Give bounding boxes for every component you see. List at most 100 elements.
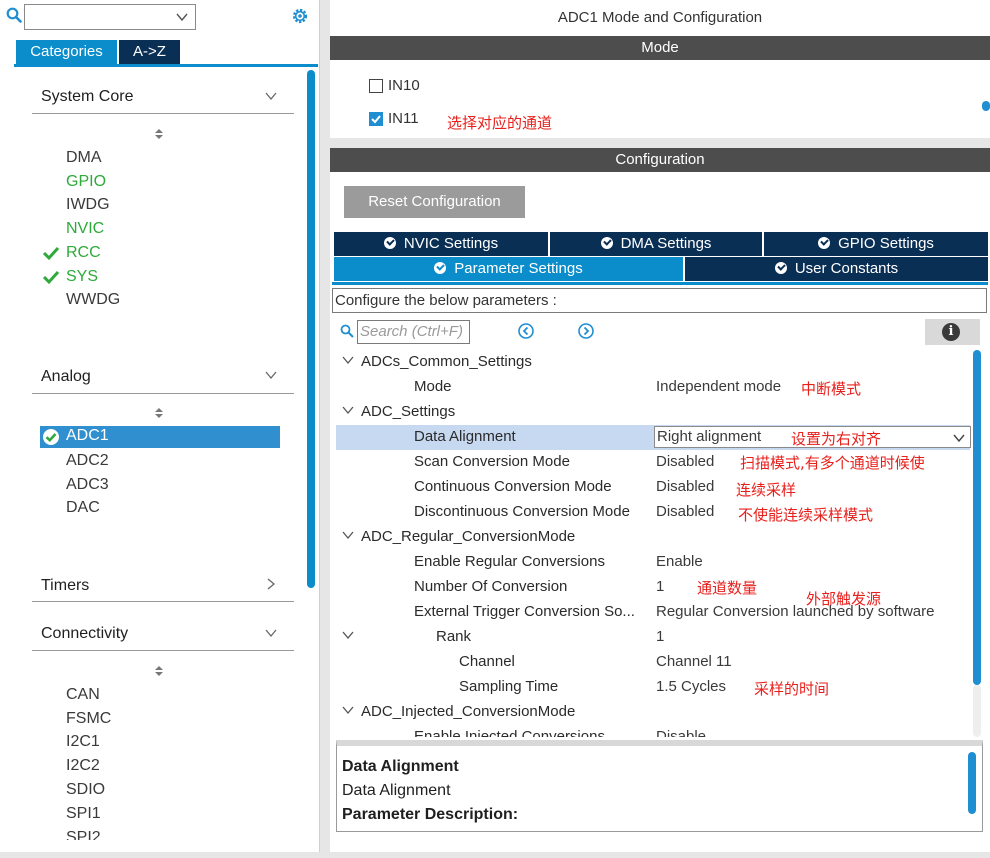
check-circle-icon	[434, 262, 447, 274]
annotation-note: 采样的时间	[754, 680, 830, 698]
table-row[interactable]: External Trigger Conversion So... Regula…	[336, 600, 970, 625]
scrollbar-track[interactable]	[973, 685, 981, 737]
category-system-core[interactable]: System Core	[41, 88, 280, 106]
list-item-i2c2[interactable]: I2C2	[66, 756, 100, 776]
chevron-down-icon[interactable]	[342, 704, 354, 716]
category-timers[interactable]: Timers	[41, 577, 280, 595]
table-row[interactable]: Discontinuous Conversion Mode Disabled	[336, 500, 970, 525]
list-item-fsmc[interactable]: FSMC	[66, 709, 111, 729]
scrollbar[interactable]	[982, 101, 990, 111]
search-icon	[340, 324, 354, 338]
tab-user-constants[interactable]: User Constants	[685, 257, 988, 281]
chevron-down-icon[interactable]	[342, 404, 354, 416]
group-label: ADC_Settings	[361, 403, 456, 420]
param-value: Disabled	[656, 453, 715, 470]
tab-parameter-settings[interactable]: Parameter Settings	[334, 257, 683, 281]
list-item-dma[interactable]: DMA	[66, 148, 102, 168]
tree-group-common[interactable]: ADCs_Common_Settings	[336, 350, 970, 375]
table-row[interactable]: Mode Independent mode	[336, 375, 970, 400]
checkbox-in10[interactable]	[369, 79, 383, 93]
category-analog[interactable]: Analog	[41, 368, 280, 386]
tree-group-injected[interactable]: ADC_Injected_ConversionMode	[336, 700, 970, 725]
next-arrow-icon[interactable]	[577, 322, 595, 340]
scrollbar[interactable]	[973, 350, 981, 685]
category-title: System Core	[41, 88, 134, 105]
description-heading: Parameter Description:	[342, 806, 519, 823]
reset-configuration-button[interactable]: Reset Configuration	[344, 186, 525, 218]
list-item-nvic[interactable]: NVIC	[66, 219, 104, 239]
param-name: Number Of Conversion	[414, 578, 568, 595]
list-item-sys[interactable]: SYS	[66, 267, 98, 287]
table-row[interactable]: Enable Injected Conversions Disable	[336, 725, 970, 737]
chevron-down-icon[interactable]	[264, 626, 278, 640]
divider	[32, 113, 294, 114]
chevron-down-icon[interactable]	[342, 354, 354, 366]
sort-icon[interactable]	[153, 664, 165, 678]
previous-arrow-icon[interactable]	[517, 322, 535, 340]
left-panel: Categories A->Z System Core DMA GPIO IWD…	[0, 0, 320, 858]
table-row[interactable]: Sampling Time 1.5 Cycles	[336, 675, 970, 700]
scrollbar[interactable]	[307, 70, 315, 588]
info-button[interactable]: i	[925, 319, 980, 345]
gear-icon[interactable]	[290, 6, 310, 26]
tab-gpio-settings[interactable]: GPIO Settings	[764, 232, 988, 256]
list-item-adc3[interactable]: ADC3	[66, 475, 109, 495]
category-title: Analog	[41, 368, 91, 385]
list-item-iwdg[interactable]: IWDG	[66, 195, 110, 215]
parameter-search-input[interactable]: Search (Ctrl+F)	[357, 320, 470, 344]
param-name: Data Alignment	[414, 428, 516, 445]
chevron-down-icon[interactable]	[342, 629, 354, 641]
list-item-spi2[interactable]: SPI2	[66, 828, 101, 840]
param-value: Channel 11	[656, 653, 732, 670]
list-item-adc2[interactable]: ADC2	[66, 451, 109, 471]
chevron-down-icon[interactable]	[952, 431, 966, 445]
tab-underline	[14, 64, 318, 67]
annotation-note: 不使能连续采样模式	[738, 506, 874, 524]
chevron-down-icon[interactable]	[342, 529, 354, 541]
param-name: Enable Regular Conversions	[414, 553, 605, 570]
tab-label: Parameter Settings	[454, 260, 583, 277]
annotation-note: 中断模式	[801, 380, 862, 398]
annotation-note: 选择对应的通道	[447, 114, 553, 132]
tab-dma-settings[interactable]: DMA Settings	[550, 232, 762, 256]
list-item-adc1[interactable]: ADC1	[40, 426, 280, 448]
tab-a-to-z[interactable]: A->Z	[119, 40, 180, 64]
list-item-spi1[interactable]: SPI1	[66, 804, 101, 824]
chevron-right-icon[interactable]	[264, 577, 278, 591]
annotation-note: 扫描模式,有多个通道时候使	[740, 454, 925, 472]
chevron-down-icon[interactable]	[264, 368, 278, 382]
chevron-down-icon[interactable]	[175, 10, 189, 24]
check-circle-icon	[600, 237, 613, 249]
table-row[interactable]: Channel Channel 11	[336, 650, 970, 675]
list-item-sdio[interactable]: SDIO	[66, 780, 105, 800]
annotation-note: 设置为右对齐	[791, 430, 882, 448]
list-item-wwdg[interactable]: WWDG	[66, 290, 120, 310]
list-item-dac[interactable]: DAC	[66, 498, 100, 518]
group-label: ADC_Regular_ConversionMode	[361, 528, 576, 545]
param-name: Sampling Time	[459, 678, 559, 695]
category-connectivity[interactable]: Connectivity	[41, 625, 280, 643]
list-item-gpio[interactable]: GPIO	[66, 172, 106, 192]
search-icon	[6, 7, 22, 23]
annotation-note: 连续采样	[736, 481, 797, 499]
list-item-can[interactable]: CAN	[66, 685, 100, 705]
list-item-rcc[interactable]: RCC	[66, 243, 101, 263]
sort-icon[interactable]	[153, 406, 165, 420]
sort-icon[interactable]	[153, 127, 165, 141]
tree-group-regular[interactable]: ADC_Regular_ConversionMode	[336, 525, 970, 550]
checkbox-in11[interactable]	[369, 112, 383, 126]
search-combo-input[interactable]	[24, 4, 196, 30]
tab-categories[interactable]: Categories	[16, 40, 117, 64]
tab-underline	[332, 282, 988, 285]
scrollbar[interactable]	[968, 752, 976, 814]
list-item-i2c1[interactable]: I2C1	[66, 732, 100, 752]
table-row[interactable]: Enable Regular Conversions Enable	[336, 550, 970, 575]
param-name: Scan Conversion Mode	[414, 453, 570, 470]
table-row[interactable]: Continuous Conversion Mode Disabled	[336, 475, 970, 500]
param-name: Channel	[459, 653, 515, 670]
tree-group-rank[interactable]: Rank 1	[336, 625, 970, 650]
bottom-border	[0, 852, 990, 858]
tree-group-adc-settings[interactable]: ADC_Settings	[336, 400, 970, 425]
tab-nvic-settings[interactable]: NVIC Settings	[334, 232, 548, 256]
chevron-down-icon[interactable]	[264, 89, 278, 103]
